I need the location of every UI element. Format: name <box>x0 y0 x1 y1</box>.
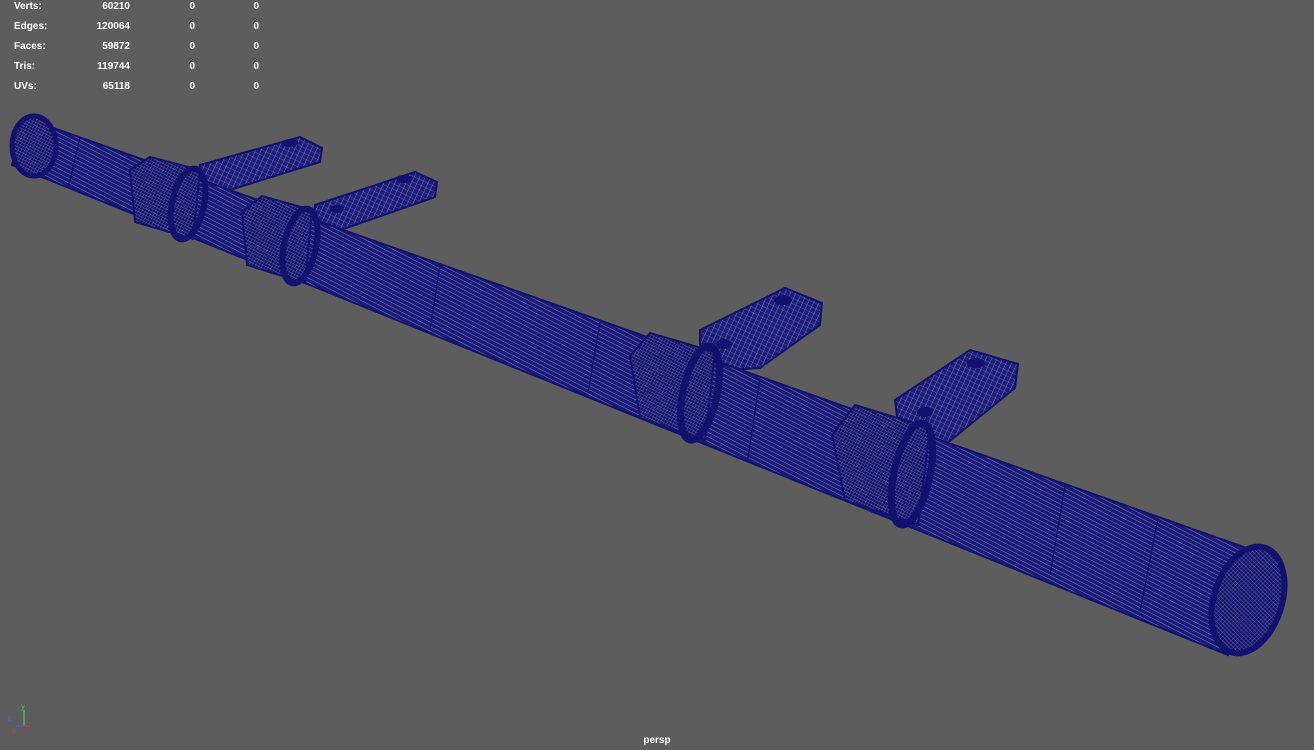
stat-value-total: 60210 <box>102 1 130 12</box>
stat-label: Verts: <box>14 1 42 12</box>
stat-value-selected: 0 <box>189 41 195 52</box>
stat-value-components: 0 <box>253 21 259 32</box>
stat-label: Tris: <box>14 61 36 72</box>
stat-value-components: 0 <box>253 81 259 92</box>
stat-label: Edges: <box>14 21 48 32</box>
stat-value-total: 120064 <box>96 21 130 32</box>
wireframe-tube-model[interactable] <box>0 0 1314 750</box>
stat-value-total: 59872 <box>102 41 130 52</box>
stat-value-total: 65118 <box>102 81 130 92</box>
axis-gizmo-icon: y z x <box>7 702 30 734</box>
axis-y-label: y <box>21 702 25 711</box>
stat-value-components: 0 <box>253 41 259 52</box>
stat-value-selected: 0 <box>189 1 195 12</box>
stat-label: Faces: <box>14 41 46 52</box>
axis-x-label: x <box>12 726 16 734</box>
stat-value-selected: 0 <box>189 61 195 72</box>
stat-value-components: 0 <box>253 61 259 72</box>
camera-name-label: persp <box>643 735 671 746</box>
bracket-2[interactable] <box>311 170 439 234</box>
stat-value-components: 0 <box>253 1 259 12</box>
stat-value-selected: 0 <box>189 81 195 92</box>
axis-z-label: z <box>7 714 11 723</box>
3d-viewport[interactable]: Verts: 60210 0 0 Edges: 120064 0 0 Faces… <box>0 0 1314 750</box>
stat-value-total: 119744 <box>97 61 130 72</box>
stat-label: UVs: <box>14 81 37 92</box>
stat-value-selected: 0 <box>189 21 195 32</box>
end-cap-left[interactable] <box>9 113 59 179</box>
